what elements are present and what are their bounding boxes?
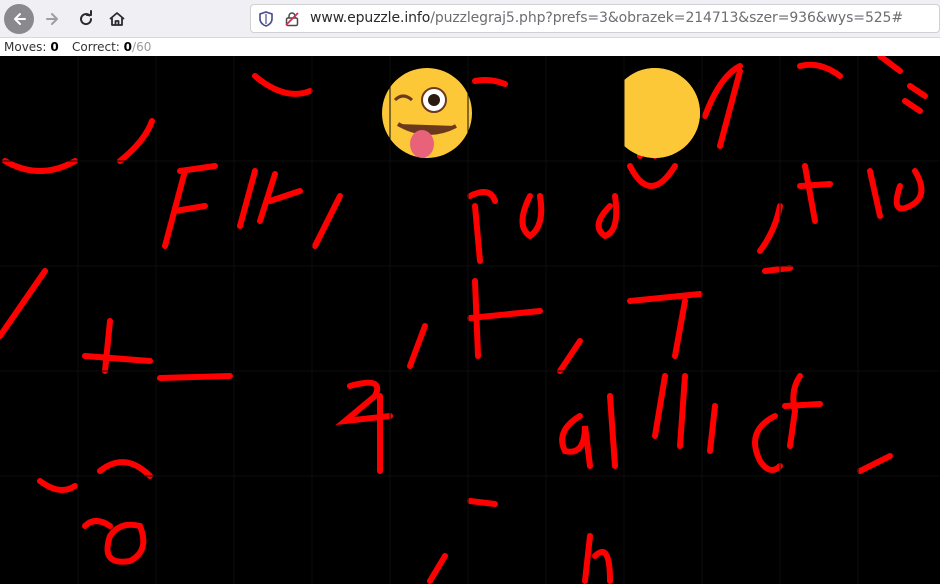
tile-stroke xyxy=(557,338,583,374)
forward-arrow-icon xyxy=(46,13,58,25)
url-host: www.epuzzle.info xyxy=(310,10,431,26)
tile-stroke xyxy=(627,163,678,189)
tile-stroke xyxy=(252,73,313,97)
tile-stroke xyxy=(607,393,618,469)
puzzle-board[interactable] xyxy=(0,56,940,584)
reload-icon xyxy=(80,10,93,26)
correct-counter: Correct: 0/60 xyxy=(72,38,151,56)
puzzle-canvas[interactable] xyxy=(0,56,940,584)
tile-stroke xyxy=(519,193,545,240)
tile-stroke xyxy=(702,63,743,149)
shield-icon[interactable] xyxy=(259,11,273,27)
tile-stroke xyxy=(157,373,233,381)
browser-toolbar: www.epuzzle.info/puzzlegraj5.php?prefs=3… xyxy=(0,0,940,38)
tile-stroke xyxy=(877,56,928,114)
tile-stroke xyxy=(162,163,218,249)
url-path: /puzzlegraj5.php?prefs=3&obrazek=214713&… xyxy=(430,10,903,26)
correct-label: Correct: xyxy=(72,40,120,54)
tile-stroke xyxy=(867,168,925,219)
moves-value: 0 xyxy=(50,40,59,54)
tile-stroke xyxy=(335,379,393,426)
tile-stroke xyxy=(407,323,428,369)
tile-stroke xyxy=(595,193,620,240)
tile-stroke xyxy=(652,373,688,449)
moves-label: Moves: xyxy=(4,40,47,54)
tile-mask xyxy=(546,56,624,161)
correct-value: 0 xyxy=(123,40,133,54)
back-button[interactable] xyxy=(4,4,34,34)
home-button[interactable] xyxy=(102,4,132,34)
tile-stroke xyxy=(82,518,147,565)
tile-stroke xyxy=(582,533,613,584)
tile-stroke xyxy=(467,189,498,264)
home-icon xyxy=(109,12,125,26)
tile-stroke xyxy=(757,203,783,254)
tile-stroke xyxy=(467,278,543,359)
tile-stroke xyxy=(97,459,153,479)
tile-stroke xyxy=(467,498,498,507)
tile-stroke xyxy=(472,77,508,87)
tile-stroke xyxy=(2,158,78,174)
tile-stroke xyxy=(0,268,48,339)
tile-stroke xyxy=(237,168,303,229)
tile-stroke xyxy=(37,478,78,493)
tile-stroke xyxy=(117,118,155,164)
tile-stroke xyxy=(797,61,843,79)
tile-stroke xyxy=(427,553,448,584)
tile-stroke xyxy=(857,453,893,474)
tile-stroke xyxy=(559,413,593,469)
forward-button[interactable] xyxy=(38,4,68,34)
reload-button[interactable] xyxy=(71,4,101,34)
tile-stroke xyxy=(82,318,153,374)
tile-stroke xyxy=(627,291,703,359)
moves-counter: Moves: 0 xyxy=(4,38,59,56)
emoji-fragment xyxy=(382,56,472,161)
url-bar[interactable]: www.epuzzle.info/puzzlegraj5.php?prefs=3… xyxy=(250,4,940,33)
tile-stroke xyxy=(782,373,823,449)
back-arrow-icon xyxy=(14,13,26,25)
url-text[interactable]: www.epuzzle.info/puzzlegraj5.php?prefs=3… xyxy=(310,10,903,26)
status-bar: Moves: 0 Correct: 0/60 xyxy=(0,38,940,56)
correct-total: /60 xyxy=(132,40,152,54)
tile-stroke xyxy=(312,193,343,249)
tile-stroke xyxy=(707,403,718,454)
insecure-lock-icon[interactable] xyxy=(284,11,300,27)
tile-stroke xyxy=(762,265,793,274)
tile-stroke xyxy=(797,163,833,224)
tile-stroke xyxy=(752,413,783,473)
